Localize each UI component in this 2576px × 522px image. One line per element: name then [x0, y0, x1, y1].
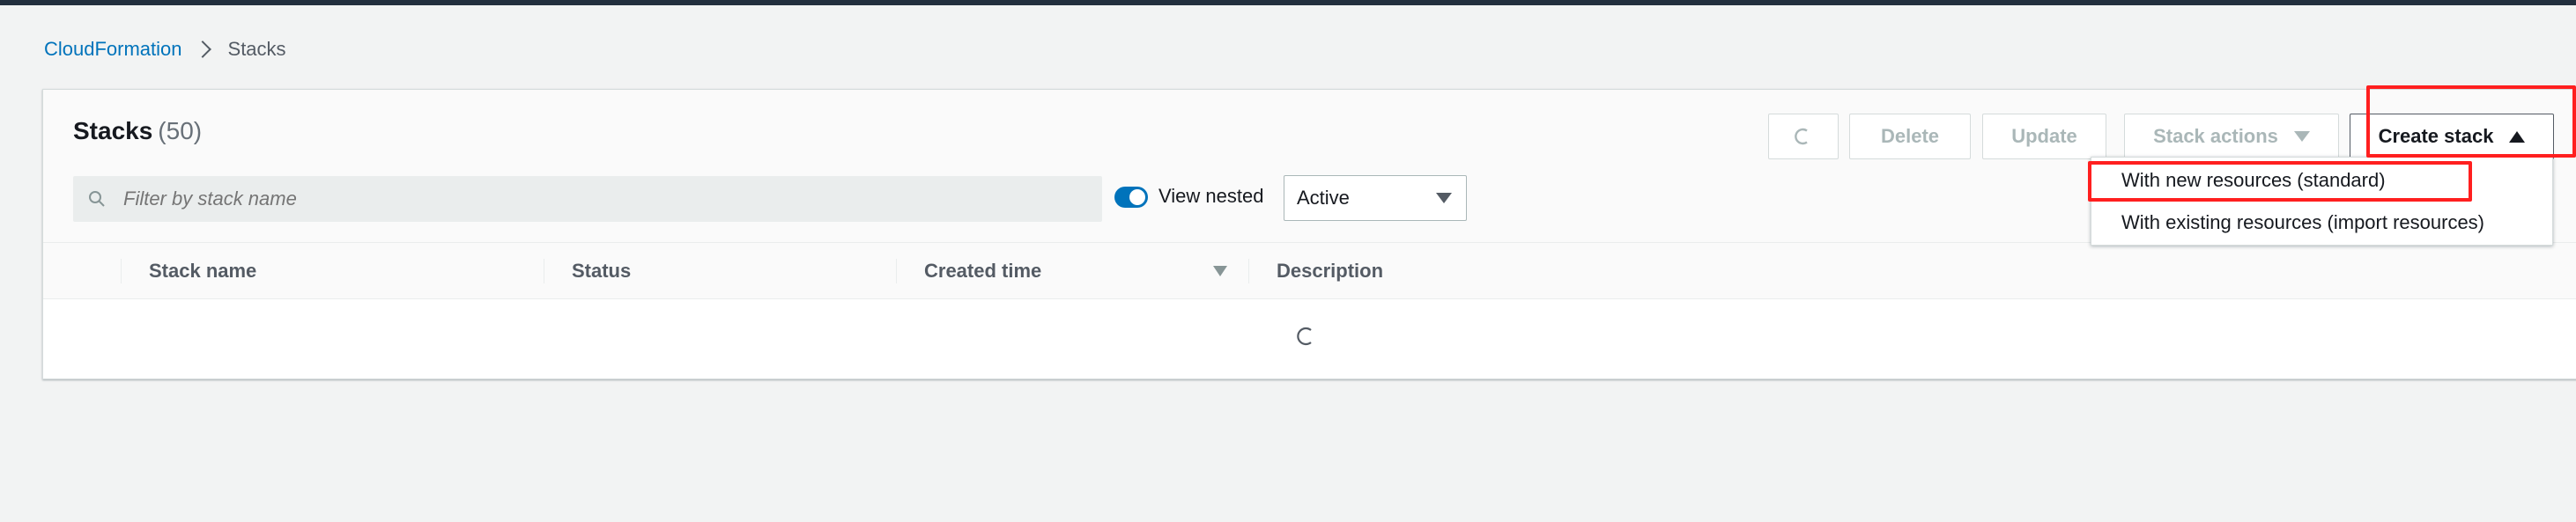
toggle-knob [1129, 189, 1145, 205]
filter-stack-name-input[interactable] [122, 187, 1091, 211]
refresh-button[interactable] [1768, 114, 1839, 159]
loading-spinner-icon [1297, 327, 1312, 346]
page-title: Stacks (50) [73, 117, 202, 145]
breadcrumb-cloudformation-link[interactable]: CloudFormation [44, 38, 182, 61]
view-nested-toggle[interactable] [1114, 187, 1148, 208]
column-header-stack-name[interactable]: Stack name [149, 243, 256, 299]
stack-filter[interactable] [73, 176, 1102, 222]
stack-status-value: Active [1297, 187, 1350, 209]
top-navigation-bar [0, 0, 2576, 5]
column-divider [1248, 259, 1249, 283]
table-header: Stack name Status Created time Descripti… [43, 243, 2576, 299]
column-header-created-time[interactable]: Created time [924, 243, 1041, 299]
delete-button[interactable]: Delete [1849, 114, 1971, 159]
create-stack-dropdown-menu: With new resources (standard) With exist… [2091, 157, 2553, 246]
column-divider [896, 259, 897, 283]
caret-down-icon [2293, 131, 2310, 142]
refresh-icon [1795, 128, 1808, 145]
create-stack-label: Create stack [2378, 125, 2494, 147]
column-header-description[interactable]: Description [1277, 243, 1383, 299]
update-button[interactable]: Update [1982, 114, 2106, 159]
page-title-text: Stacks [73, 117, 153, 144]
breadcrumb: CloudFormation Stacks [44, 38, 286, 61]
column-divider [121, 259, 122, 283]
sort-descending-icon[interactable] [1213, 266, 1227, 276]
create-stack-button[interactable]: Create stack [2350, 114, 2554, 159]
stack-actions-label: Stack actions [2153, 125, 2278, 147]
caret-up-icon [2509, 130, 2526, 143]
menu-item-with-new-resources[interactable]: With new resources (standard) [2091, 159, 2552, 202]
column-header-status[interactable]: Status [572, 243, 631, 299]
search-icon [89, 191, 105, 207]
chevron-right-icon [193, 40, 211, 58]
menu-item-with-existing-resources[interactable]: With existing resources (import resource… [2091, 202, 2552, 244]
caret-down-icon [1436, 193, 1452, 203]
breadcrumb-current-stacks: Stacks [227, 38, 286, 60]
view-nested-label: View nested [1158, 185, 1264, 207]
stack-actions-button[interactable]: Stack actions [2124, 114, 2339, 159]
stack-status-select[interactable]: Active [1284, 175, 1467, 221]
stack-count: (50) [158, 117, 203, 144]
